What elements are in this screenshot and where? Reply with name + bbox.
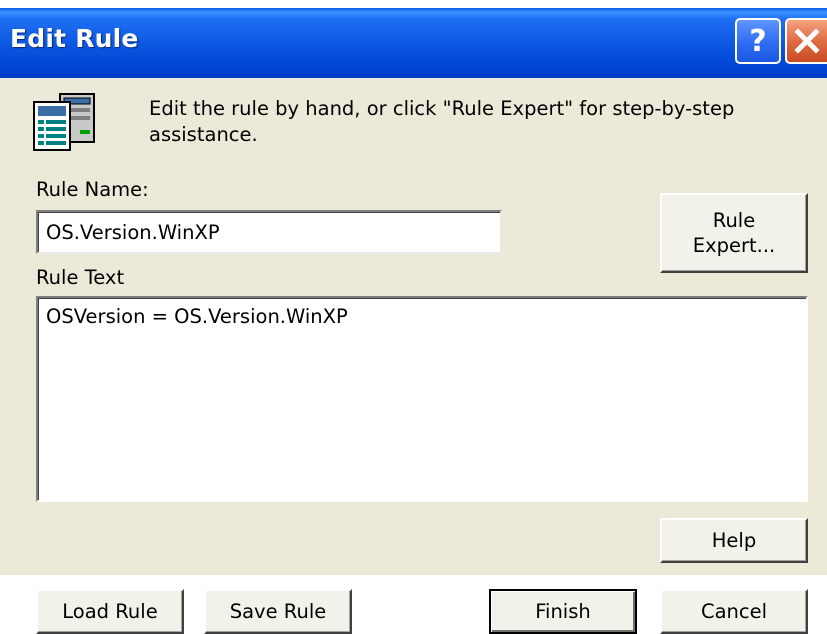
rule-name-value: OS.Version.WinXP [46, 221, 220, 244]
rule-expert-label-line1: Rule [712, 209, 756, 232]
load-rule-button[interactable]: Load Rule [36, 589, 184, 634]
close-icon[interactable] [785, 18, 827, 64]
dialog-body: Edit the rule by hand, or click "Rule Ex… [0, 78, 827, 634]
rule-text-area[interactable]: OSVersion = OS.Version.WinXP [36, 296, 808, 502]
rule-text-label: Rule Text [36, 266, 125, 289]
rule-name-label: Rule Name: [36, 178, 149, 201]
computer-document-icon [20, 90, 100, 154]
finish-button[interactable]: Finish [489, 589, 637, 634]
window-title: Edit Rule [10, 24, 139, 53]
save-rule-button[interactable]: Save Rule [204, 589, 352, 634]
rule-expert-label-line2: Expert... [692, 234, 776, 257]
help-icon[interactable]: ? [735, 18, 781, 64]
cancel-button[interactable]: Cancel [660, 589, 808, 634]
rule-name-input[interactable]: OS.Version.WinXP [36, 210, 502, 254]
edit-rule-dialog: Edit Rule ? Edit the rule by hand, or cl… [0, 8, 827, 634]
rule-text-value: OSVersion = OS.Version.WinXP [46, 305, 348, 328]
dialog-description: Edit the rule by hand, or click "Rule Ex… [149, 97, 735, 146]
background-cropped-text [0, 0, 827, 8]
help-button[interactable]: Help [660, 518, 808, 563]
rule-expert-button[interactable]: Rule Expert... [660, 193, 808, 273]
title-bar[interactable]: Edit Rule ? [0, 8, 827, 78]
